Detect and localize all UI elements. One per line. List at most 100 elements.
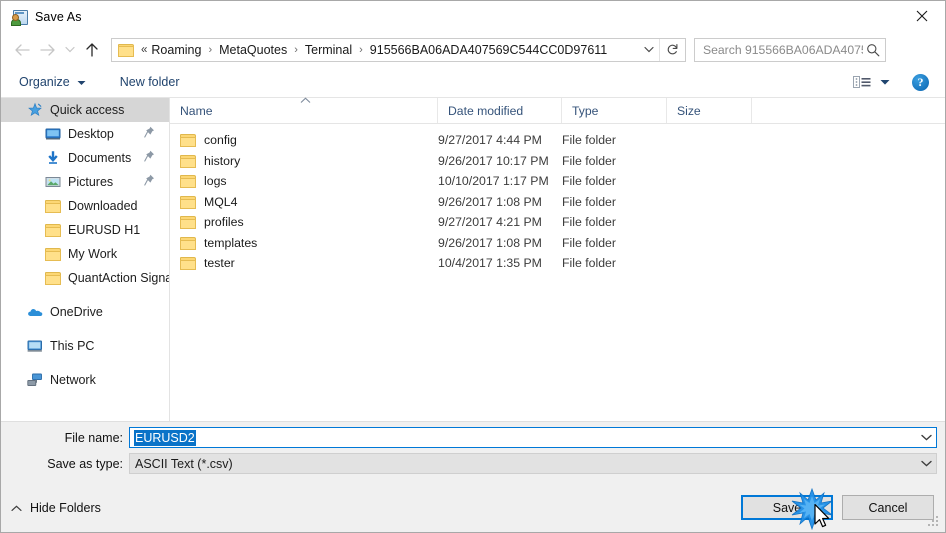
breadcrumb-overflow[interactable]: « xyxy=(138,44,150,56)
recent-locations-button[interactable] xyxy=(61,37,79,63)
folder-icon xyxy=(180,236,196,250)
column-header-type[interactable]: Type xyxy=(562,98,667,123)
file-name: profiles xyxy=(204,215,244,230)
save-as-type-value: ASCII Text (*.csv) xyxy=(135,456,233,471)
table-row[interactable]: tester 10/4/2017 1:35 PM File folder xyxy=(170,253,945,274)
file-type: File folder xyxy=(562,133,616,148)
sidebar-item-quantaction-signal[interactable]: QuantAction Signal xyxy=(1,266,169,290)
caret-up-icon xyxy=(300,93,311,107)
table-row[interactable]: history 9/26/2017 10:17 PM File folder xyxy=(170,151,945,172)
forward-button[interactable] xyxy=(35,37,61,63)
file-date: 9/26/2017 1:08 PM xyxy=(438,194,542,209)
this-pc-icon xyxy=(27,338,43,354)
forward-arrow-icon xyxy=(40,43,55,56)
breadcrumb-item-roaming[interactable]: Roaming xyxy=(150,43,202,57)
organize-button[interactable]: Organize xyxy=(13,71,92,93)
chevron-down-icon[interactable] xyxy=(921,454,932,473)
file-name-value: EURUSD2 xyxy=(134,429,196,446)
column-header-label: Type xyxy=(572,103,599,118)
chevron-down-icon xyxy=(65,46,75,53)
resize-grip[interactable] xyxy=(928,516,941,529)
sidebar-item-onedrive[interactable]: OneDrive xyxy=(1,300,169,324)
folder-icon xyxy=(180,174,196,189)
pin-icon[interactable] xyxy=(144,126,155,141)
hide-folders-label: Hide Folders xyxy=(30,501,101,515)
new-folder-button[interactable]: New folder xyxy=(114,71,186,93)
folder-icon xyxy=(45,222,61,238)
table-row[interactable]: MQL4 9/26/2017 1:08 PM File folder xyxy=(170,192,945,213)
refresh-button[interactable] xyxy=(659,38,685,61)
column-header-name[interactable]: Name xyxy=(170,97,438,123)
sidebar-item-label: My Work xyxy=(68,247,118,261)
search-box[interactable]: Search 915566BA06ADA40756... xyxy=(694,37,886,62)
chevron-down-icon[interactable] xyxy=(921,428,932,447)
file-name: templates xyxy=(204,235,258,250)
address-dropdown-button[interactable] xyxy=(639,39,659,61)
breadcrumb-separator[interactable]: › xyxy=(288,44,304,56)
sidebar-item-pictures[interactable]: Pictures xyxy=(1,170,169,194)
cancel-button[interactable]: Cancel xyxy=(842,495,934,520)
breadcrumb-item-metaquotes[interactable]: MetaQuotes xyxy=(218,43,288,57)
file-name: history xyxy=(204,153,241,168)
sidebar-item-my-work[interactable]: My Work xyxy=(1,242,169,266)
breadcrumb-separator[interactable]: › xyxy=(202,44,218,56)
back-button[interactable] xyxy=(9,37,35,63)
save-button[interactable]: Save xyxy=(741,495,833,520)
up-button[interactable] xyxy=(79,37,105,63)
help-button[interactable]: ? xyxy=(912,73,929,91)
column-header-label: Date modified xyxy=(448,103,524,118)
sidebar-item-label: Pictures xyxy=(68,175,114,189)
sidebar-item-documents[interactable]: Documents xyxy=(1,146,169,170)
network-icon xyxy=(27,372,43,388)
file-name-cell: templates xyxy=(170,236,438,250)
hide-folders-button[interactable]: Hide Folders xyxy=(11,501,101,515)
column-header-date-modified[interactable]: Date modified xyxy=(438,98,562,123)
view-options-caret-icon[interactable] xyxy=(880,73,890,91)
sidebar-item-eurusd-h1[interactable]: EURUSD H1 xyxy=(1,218,169,242)
breadcrumb-item-terminal[interactable]: Terminal xyxy=(304,43,353,57)
breadcrumb-item-guid[interactable]: 915566BA06ADA407569C544CC0D97611 xyxy=(369,43,608,57)
folder-icon xyxy=(180,195,196,209)
star-icon xyxy=(27,102,43,118)
file-name-label: File name: xyxy=(64,431,123,445)
file-name-input[interactable]: EURUSD2 xyxy=(129,427,937,448)
pin-icon[interactable] xyxy=(144,150,155,165)
sidebar-item-network[interactable]: Network xyxy=(1,368,169,392)
file-name: MQL4 xyxy=(204,194,238,209)
table-row[interactable]: config 9/27/2017 4:44 PM File folder xyxy=(170,130,945,151)
pin-icon[interactable] xyxy=(144,174,155,189)
refresh-icon xyxy=(667,44,678,55)
save-as-type-select[interactable]: ASCII Text (*.csv) xyxy=(129,453,937,474)
breadcrumb-separator[interactable]: › xyxy=(353,44,369,56)
table-row[interactable]: templates 9/26/2017 1:08 PM File folder xyxy=(170,233,945,254)
table-row[interactable]: logs 10/10/2017 1:17 PM File folder xyxy=(170,171,945,192)
sidebar-item-label: Network xyxy=(50,373,96,387)
up-arrow-icon xyxy=(86,42,98,57)
address-bar[interactable]: « Roaming › MetaQuotes › Terminal › 9155… xyxy=(111,37,686,62)
sidebar-item-label: Downloaded xyxy=(68,199,138,213)
column-header-size[interactable]: Size xyxy=(667,98,752,123)
folder-icon xyxy=(45,246,61,262)
table-row[interactable]: profiles 9/27/2017 4:21 PM File folder xyxy=(170,212,945,233)
list-view-icon[interactable] xyxy=(852,74,872,90)
file-list-pane: Name Date modified Type Size config 9/27… xyxy=(170,97,945,421)
folder-icon xyxy=(180,133,196,148)
navigation-pane: Quick access Desktop Documents Pictures … xyxy=(1,98,170,421)
sidebar-item-this-pc[interactable]: This PC xyxy=(1,334,169,358)
folder-icon xyxy=(180,215,196,230)
close-button[interactable] xyxy=(899,1,945,31)
sidebar-item-downloaded[interactable]: Downloaded xyxy=(1,194,169,218)
sidebar-item-label: Documents xyxy=(68,151,132,165)
pictures-icon xyxy=(45,174,61,190)
file-date: 9/27/2017 4:21 PM xyxy=(438,215,542,230)
help-label: ? xyxy=(917,74,924,89)
sidebar-item-quick-access[interactable]: Quick access xyxy=(1,98,169,122)
search-input[interactable]: Search 915566BA06ADA40756... xyxy=(703,43,863,57)
folder-icon xyxy=(45,270,61,286)
file-name: tester xyxy=(204,256,235,271)
folder-icon xyxy=(180,154,196,168)
sidebar-item-desktop[interactable]: Desktop xyxy=(1,122,169,146)
sidebar-item-label: OneDrive xyxy=(50,305,103,319)
file-name-cell: tester xyxy=(170,256,438,271)
